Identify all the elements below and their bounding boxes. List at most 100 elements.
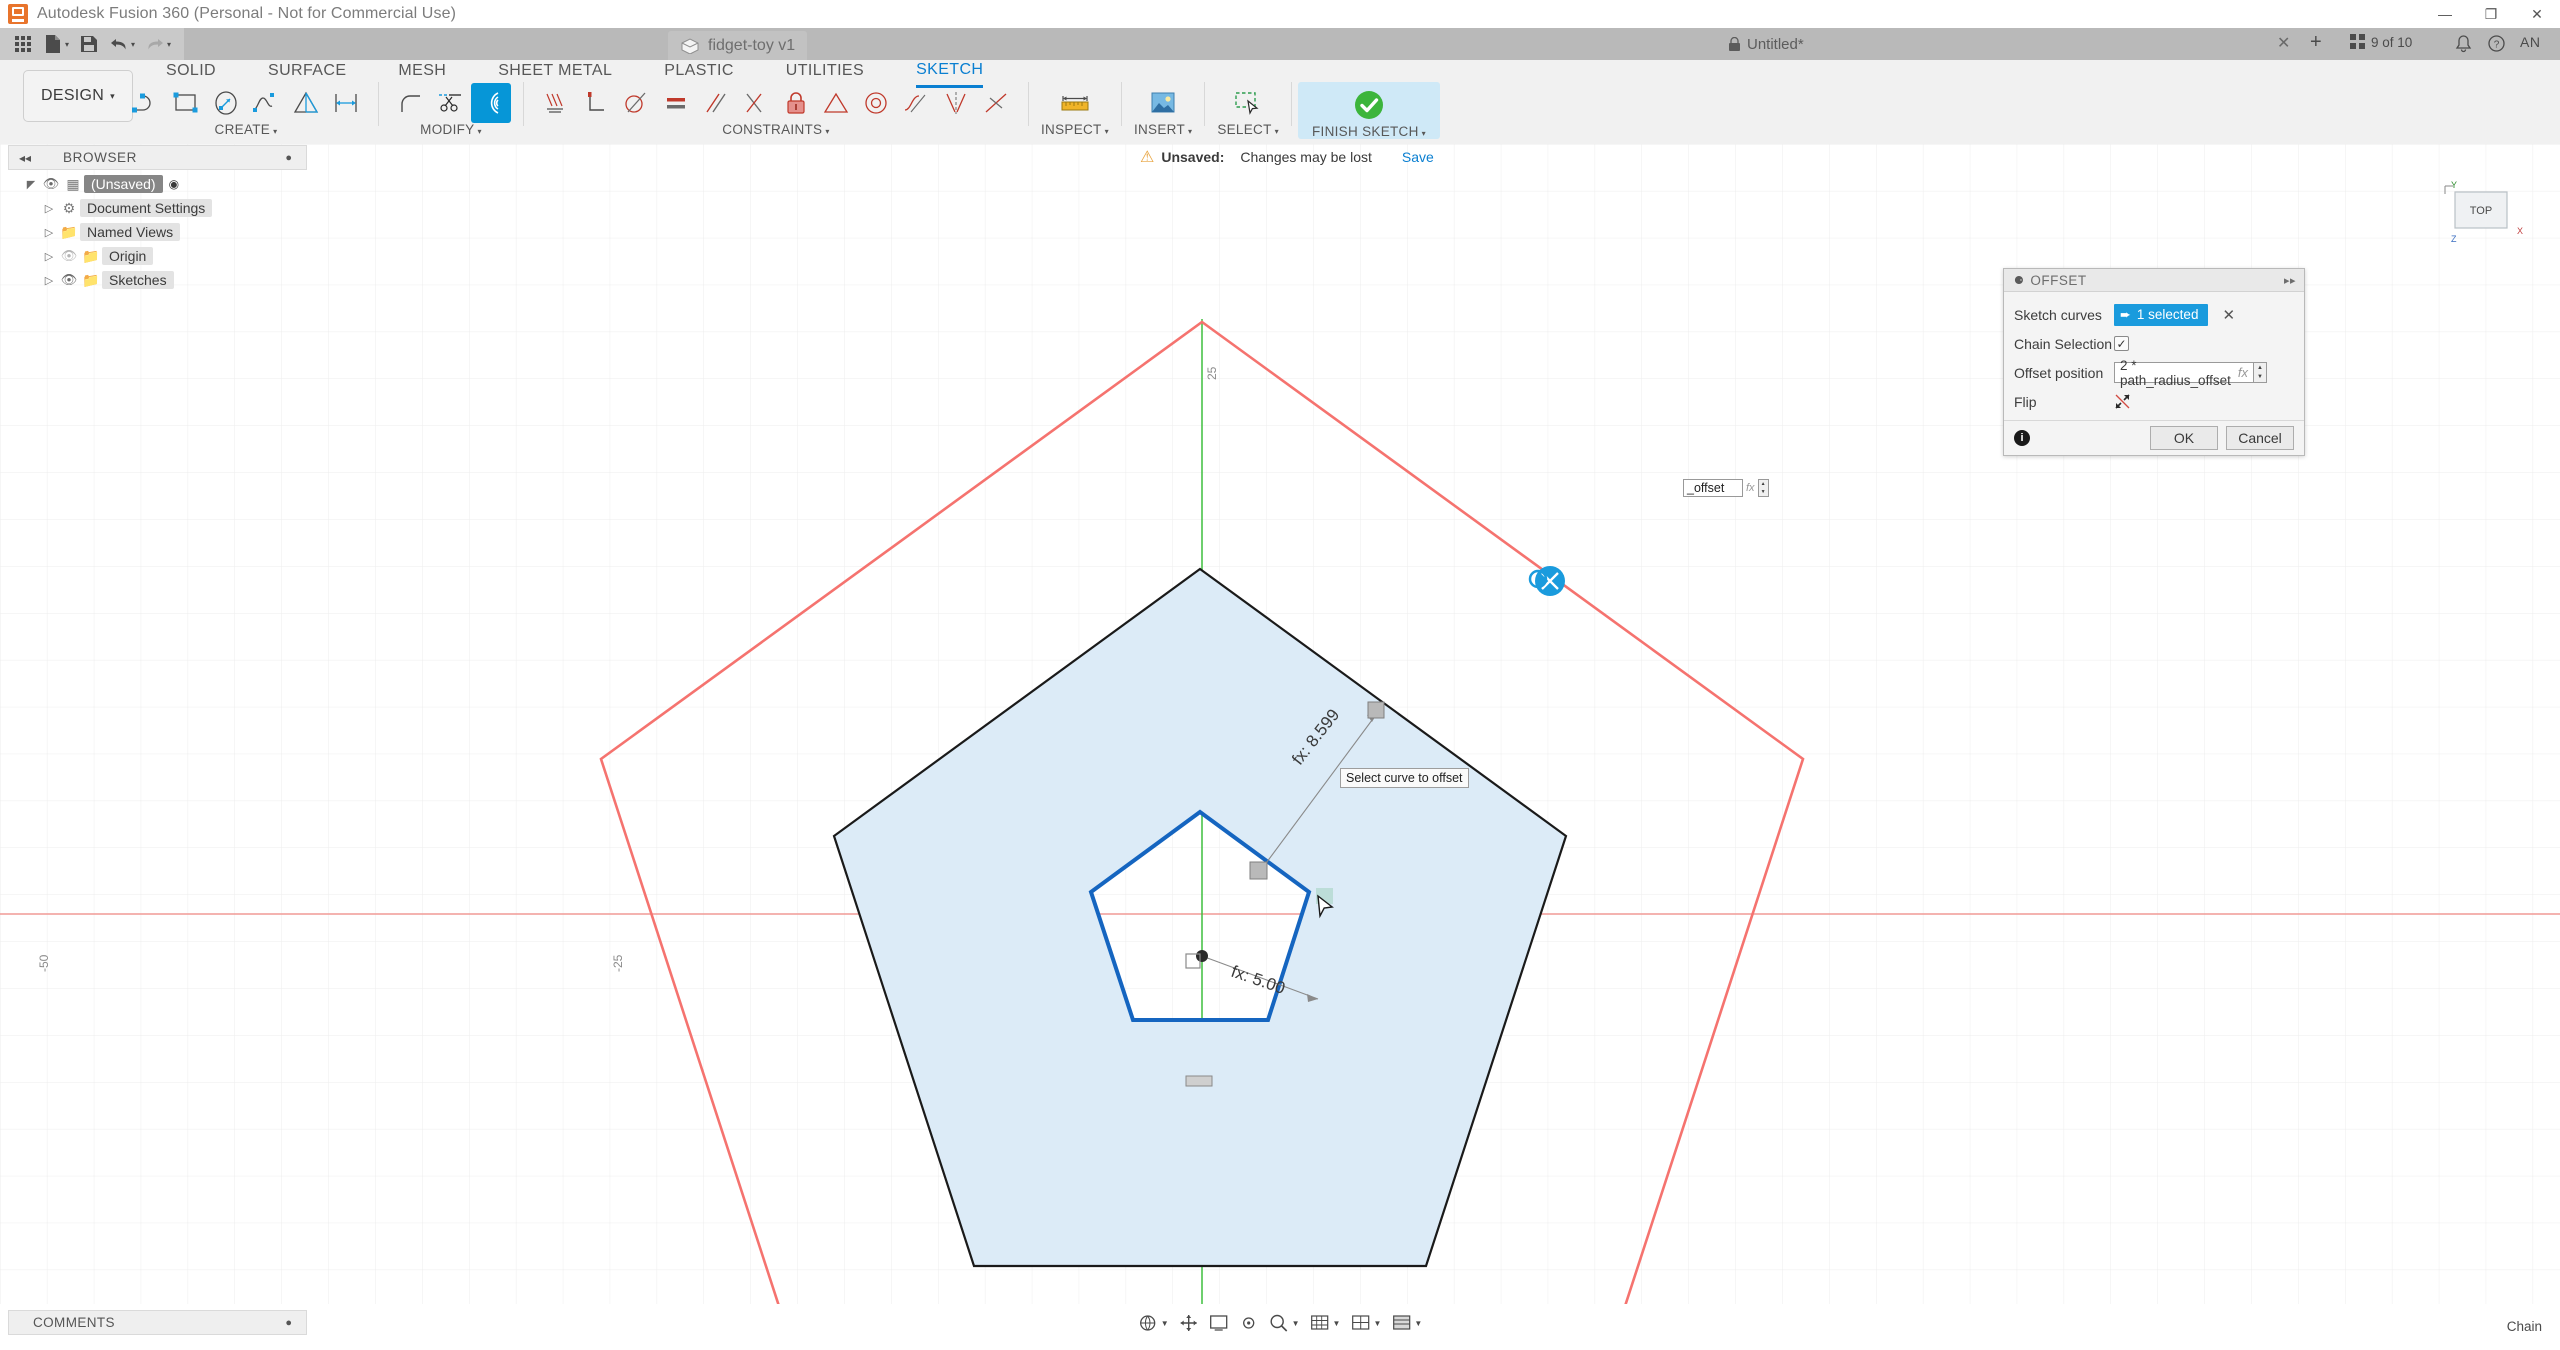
create-circle-icon[interactable] bbox=[206, 83, 246, 123]
visibility-eye-icon[interactable]: 👁 bbox=[40, 176, 62, 192]
constraint-equal-icon[interactable] bbox=[656, 83, 696, 123]
chevron-down-icon[interactable]: ▼ bbox=[1414, 1319, 1422, 1328]
add-tab-button[interactable]: + bbox=[2310, 31, 2322, 54]
clear-selection-icon[interactable]: ✕ bbox=[2222, 306, 2235, 324]
expand-arrow-icon[interactable]: ▷ bbox=[40, 226, 58, 239]
constraint-perpendicular-icon[interactable] bbox=[576, 83, 616, 123]
display-grid-icon[interactable]: ▼ bbox=[1386, 1310, 1427, 1336]
constraint-symmetry-icon[interactable] bbox=[936, 83, 976, 123]
tab-plastic[interactable]: PLASTIC bbox=[638, 62, 760, 80]
tab-solid[interactable]: SOLID bbox=[140, 62, 242, 80]
visibility-hidden-eye-icon[interactable]: 👁 bbox=[58, 248, 80, 264]
panel-select-label[interactable]: SELECT ▾ bbox=[1217, 122, 1279, 137]
job-status-indicator[interactable]: 9 of 10 bbox=[2350, 34, 2412, 50]
create-spline-icon[interactable] bbox=[246, 83, 286, 123]
orbit-icon[interactable]: ▼ bbox=[1133, 1310, 1174, 1336]
create-dimension-icon[interactable] bbox=[326, 83, 366, 123]
fx-icon[interactable]: fx bbox=[1746, 482, 1755, 494]
comments-panel-header[interactable]: COMMENTS ● bbox=[8, 1310, 307, 1335]
flip-arrows-icon[interactable] bbox=[2114, 393, 2131, 410]
close-button[interactable]: ✕ bbox=[2514, 0, 2560, 28]
redo-icon[interactable] bbox=[140, 29, 170, 59]
panel-create-label[interactable]: CREATE ▾ bbox=[215, 122, 278, 137]
inspect-measure-icon[interactable] bbox=[1055, 83, 1095, 123]
undo-icon[interactable] bbox=[104, 29, 134, 59]
tree-item-sketches[interactable]: ▷ 👁 📁 Sketches bbox=[10, 268, 310, 292]
zoom-icon[interactable]: ▼ bbox=[1264, 1310, 1305, 1336]
offset-position-input[interactable]: 2 * path_radius_offset fx bbox=[2114, 358, 2254, 388]
modify-offset-icon[interactable] bbox=[471, 83, 511, 123]
display-settings-icon[interactable] bbox=[1204, 1310, 1234, 1336]
create-rectangle-icon[interactable] bbox=[166, 83, 206, 123]
tree-item-document-settings[interactable]: ▷ ⚙ Document Settings bbox=[10, 196, 310, 220]
comments-options-icon[interactable]: ● bbox=[285, 1317, 292, 1329]
panel-constraints-label[interactable]: CONSTRAINTS ▾ bbox=[722, 122, 829, 137]
offset-dialog[interactable]: ⚈ OFFSET ▸▸ Sketch curves ➨ 1 selected ✕… bbox=[2003, 268, 2305, 456]
app-grid-icon[interactable] bbox=[8, 29, 38, 59]
minimize-button[interactable]: — bbox=[2422, 0, 2468, 28]
grid-snap-icon[interactable]: ▼ bbox=[1305, 1310, 1346, 1336]
chevron-down-icon[interactable]: ▼ bbox=[1333, 1319, 1341, 1328]
redo-caret-icon[interactable]: ▾ bbox=[167, 40, 171, 49]
constraint-fix-lock-icon[interactable] bbox=[776, 83, 816, 123]
expand-arrow-icon[interactable]: ▷ bbox=[40, 274, 58, 287]
expand-arrow-icon[interactable]: ▷ bbox=[40, 250, 58, 263]
visibility-eye-icon[interactable]: 👁 bbox=[58, 272, 80, 288]
info-icon[interactable]: i bbox=[2014, 430, 2030, 446]
sketch-curves-selection-chip[interactable]: ➨ 1 selected bbox=[2114, 303, 2209, 326]
undo-caret-icon[interactable]: ▾ bbox=[131, 40, 135, 49]
viewports-icon[interactable]: ▼ bbox=[1345, 1310, 1386, 1336]
expand-right-icon[interactable]: ▸▸ bbox=[2284, 274, 2296, 287]
minus-circle-icon[interactable]: ⚈ bbox=[2014, 274, 2024, 287]
tree-item-unsaved[interactable]: ◤ 👁 ▦ (Unsaved) ◉ bbox=[10, 172, 310, 196]
constraint-horizontal-vertical-icon[interactable] bbox=[736, 83, 776, 123]
maximize-button[interactable]: ❐ bbox=[2468, 0, 2514, 28]
bell-icon[interactable] bbox=[2455, 35, 2472, 53]
help-icon[interactable]: ? bbox=[2488, 35, 2505, 52]
tab-mesh[interactable]: MESH bbox=[372, 62, 472, 80]
tab-close-icon[interactable]: ✕ bbox=[2277, 33, 2290, 53]
look-at-nav-icon[interactable] bbox=[1234, 1310, 1264, 1336]
constraint-concentric-icon[interactable] bbox=[856, 83, 896, 123]
chevron-down-icon[interactable]: ▼ bbox=[1292, 1319, 1300, 1328]
collapse-left-icon[interactable]: ◂◂ bbox=[19, 151, 31, 165]
tab-sketch[interactable]: SKETCH bbox=[890, 61, 1009, 82]
new-document-icon[interactable] bbox=[38, 29, 68, 59]
workspace-switcher-button[interactable]: DESIGN ▾ bbox=[23, 70, 133, 122]
save-icon[interactable] bbox=[74, 29, 104, 59]
chain-selection-checkbox[interactable]: ✓ bbox=[2114, 336, 2129, 351]
canvas-value-editor[interactable]: _offset fx ▲ ▼ bbox=[1683, 479, 1769, 497]
select-window-icon[interactable] bbox=[1228, 83, 1268, 123]
constraint-tangent-icon[interactable] bbox=[616, 83, 656, 123]
insert-image-icon[interactable] bbox=[1143, 83, 1183, 123]
new-document-caret-icon[interactable]: ▾ bbox=[65, 40, 69, 49]
offset-position-stepper[interactable]: ▲ ▼ bbox=[2254, 362, 2267, 383]
panel-inspect-label[interactable]: INSPECT ▾ bbox=[1041, 122, 1109, 137]
constraint-equal-triangle-icon[interactable] bbox=[816, 83, 856, 123]
constraint-parallel-icon[interactable] bbox=[696, 83, 736, 123]
tab-sheet-metal[interactable]: SHEET METAL bbox=[472, 62, 638, 80]
panel-finish-sketch[interactable]: FINISH SKETCH ▾ bbox=[1297, 82, 1440, 139]
constraint-curvature-icon[interactable] bbox=[896, 83, 936, 123]
fx-icon[interactable]: fx bbox=[2238, 365, 2248, 380]
pan-icon[interactable] bbox=[1174, 1310, 1204, 1336]
tab-utilities[interactable]: UTILITIES bbox=[760, 62, 890, 80]
tree-item-named-views[interactable]: ▷ 📁 Named Views bbox=[10, 220, 310, 244]
canvas-value-input[interactable]: _offset bbox=[1683, 479, 1743, 497]
panel-modify-label[interactable]: MODIFY ▾ bbox=[420, 122, 482, 137]
ok-button[interactable]: OK bbox=[2150, 426, 2218, 450]
constraint-coincident-icon[interactable] bbox=[536, 83, 576, 123]
panel-insert-label[interactable]: INSERT ▾ bbox=[1134, 122, 1192, 137]
untitled-tab[interactable]: Untitled* bbox=[1728, 28, 1804, 60]
modify-fillet-icon[interactable] bbox=[391, 83, 431, 123]
create-line-icon[interactable] bbox=[126, 83, 166, 123]
canvas-value-stepper[interactable]: ▲ ▼ bbox=[1757, 479, 1769, 497]
modify-trim-icon[interactable] bbox=[431, 83, 471, 123]
tree-item-origin[interactable]: ▷ 👁 📁 Origin bbox=[10, 244, 310, 268]
expand-arrow-icon[interactable]: ◤ bbox=[22, 178, 40, 191]
save-link[interactable]: Save bbox=[1402, 149, 1434, 165]
browser-options-icon[interactable]: ● bbox=[285, 152, 292, 164]
view-cube[interactable]: TOP Y X Z bbox=[2437, 178, 2527, 248]
cancel-button[interactable]: Cancel bbox=[2226, 426, 2294, 450]
activate-radio-icon[interactable]: ◉ bbox=[169, 177, 179, 191]
